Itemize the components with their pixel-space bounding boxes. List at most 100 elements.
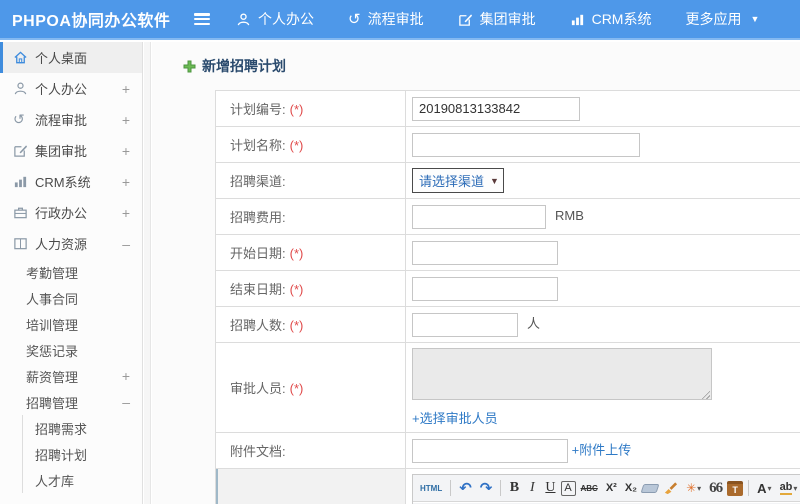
briefcase-icon <box>13 205 35 220</box>
expand-icon[interactable]: + <box>122 143 130 159</box>
sidebar-item-attendance[interactable]: 考勤管理 <box>0 259 142 285</box>
caret-down-icon: ▾ <box>793 483 798 493</box>
sidebar-item-training[interactable]: 培训管理 <box>0 311 142 337</box>
nav-label: 个人办公 <box>258 11 314 27</box>
required-marker: (*) <box>289 102 304 117</box>
rich-text-editor: HTML ↶ ↷ B I U A ABC X² X₂ ✳ ▾ 66 T A ▾ … <box>412 474 800 504</box>
attachment-upload-link[interactable]: +附件上传 <box>572 442 632 457</box>
bar-chart-icon <box>570 12 585 27</box>
format-brush-button[interactable] <box>660 477 681 499</box>
underline-button[interactable]: U <box>542 477 558 499</box>
toolbar-separator <box>450 480 452 496</box>
nav-group-approval[interactable]: 集团审批 <box>458 9 536 29</box>
channel-select[interactable]: 请选择渠道 ▼ <box>412 168 504 193</box>
page-title-text: 新增招聘计划 <box>202 58 286 74</box>
sidebar-item-hr-contract[interactable]: 人事合同 <box>0 285 142 311</box>
auto-format-button[interactable]: ✳ ▾ <box>683 477 704 499</box>
top-nav: 个人办公 ↺ 流程审批 集团审批 CRM系统 更多应用 ▼ <box>236 9 759 29</box>
field-label: 附件文档: <box>230 444 286 459</box>
approver-textarea[interactable] <box>412 348 712 400</box>
menu-toggle-icon[interactable] <box>194 13 210 25</box>
nav-process-approval[interactable]: ↺ 流程审批 <box>348 9 424 29</box>
boxed-a-button[interactable]: A <box>560 480 576 496</box>
fee-input[interactable] <box>412 204 546 229</box>
sidebar-item-label: 奖惩记录 <box>26 343 79 359</box>
nav-crm-system[interactable]: CRM系统 <box>570 9 651 29</box>
eraser-button[interactable] <box>640 483 660 493</box>
start-date-row: 开始日期: (*) <box>215 234 800 271</box>
bold-button[interactable]: B <box>506 477 522 499</box>
form-table: 计划编号:(*) 计划名称:(*) 招聘渠道: 请选择渠道 ▼ 招聘费用: RM… <box>215 90 800 504</box>
field-label: 开始日期: <box>230 246 286 261</box>
expand-icon[interactable]: – <box>122 236 130 252</box>
sidebar-item-label: 集团审批 <box>35 144 88 159</box>
sidebar-item-salary[interactable]: 薪资管理 + <box>0 363 142 389</box>
edit-icon <box>13 143 35 158</box>
blockquote-button[interactable]: 66 <box>706 477 725 499</box>
sidebar-item-label: 招聘计划 <box>35 447 88 463</box>
end-date-input[interactable] <box>412 276 558 301</box>
sidebar-item-label: 行政办公 <box>35 206 88 221</box>
attachment-input[interactable] <box>412 438 568 463</box>
expand-icon[interactable]: + <box>122 174 130 190</box>
edit-icon <box>458 12 473 27</box>
sidebar-divider <box>144 42 151 504</box>
sidebar-item-talent-pool[interactable]: 人才库 <box>23 467 142 493</box>
toolbar-separator <box>748 480 750 496</box>
html-source-button[interactable]: HTML <box>417 477 445 499</box>
sidebar-item-rewards[interactable]: 奖惩记录 <box>0 337 142 363</box>
field-label: 计划编号: <box>230 102 286 117</box>
paste-button[interactable]: T <box>727 480 744 496</box>
nav-label: 集团审批 <box>479 11 536 27</box>
currency-suffix: RMB <box>555 207 584 223</box>
book-icon <box>13 236 35 251</box>
sidebar-item-recruit-plan[interactable]: 招聘计划 <box>23 441 142 467</box>
sidebar-item-recruitment[interactable]: 招聘管理 – <box>0 389 142 415</box>
sidebar-item-label: 薪资管理 <box>26 369 79 385</box>
user-icon <box>13 81 35 96</box>
sidebar-item-label: 人力资源 <box>35 237 88 252</box>
field-label: 招聘费用: <box>230 210 286 225</box>
sidebar-item-personal-office[interactable]: 个人办公 + <box>0 73 142 104</box>
main-content: 新增招聘计划 计划编号:(*) 计划名称:(*) 招聘渠道: 请选择渠道 ▼ 招… <box>152 42 800 504</box>
superscript-button[interactable]: X² <box>603 477 620 499</box>
sidebar-item-recruit-demand[interactable]: 招聘需求 <box>23 415 142 441</box>
headcount-input[interactable] <box>412 312 518 337</box>
expand-icon[interactable]: + <box>122 81 130 97</box>
nav-personal-office[interactable]: 个人办公 <box>236 9 314 29</box>
expand-icon[interactable]: + <box>122 368 130 384</box>
sidebar-item-process-approval[interactable]: ↺ 流程审批 + <box>0 104 142 135</box>
strikethrough-button[interactable]: ABC <box>578 477 601 499</box>
expand-icon[interactable]: + <box>122 112 130 128</box>
subscript-button[interactable]: X₂ <box>622 477 640 499</box>
channel-row: 招聘渠道: 请选择渠道 ▼ <box>215 162 800 199</box>
required-marker: (*) <box>289 282 304 297</box>
highlight-button[interactable]: ab ▾ <box>777 477 800 499</box>
expand-icon[interactable]: + <box>122 205 130 221</box>
font-color-button[interactable]: A ▾ <box>754 477 774 499</box>
plan-number-input[interactable] <box>412 96 580 121</box>
sidebar-item-label: 招聘管理 <box>26 395 79 411</box>
nav-more-apps[interactable]: 更多应用 ▼ <box>685 9 759 29</box>
sidebar-item-crm[interactable]: CRM系统 + <box>0 166 142 197</box>
sidebar-item-label: 培训管理 <box>26 317 79 333</box>
undo-button[interactable]: ↶ <box>456 477 475 499</box>
field-label: 审批人员: <box>230 381 286 396</box>
sidebar: 个人桌面 个人办公 + ↺ 流程审批 + 集团审批 + CRM系统 + 行政办公… <box>0 42 143 504</box>
hr-submenu: 考勤管理 人事合同 培训管理 奖惩记录 薪资管理 + 招聘管理 – 招聘需求 招… <box>0 259 142 493</box>
sidebar-item-hr[interactable]: 人力资源 – <box>0 228 142 259</box>
sidebar-item-desktop[interactable]: 个人桌面 <box>0 42 142 73</box>
plan-name-input[interactable] <box>412 132 640 157</box>
sidebar-item-label: 流程审批 <box>35 113 88 128</box>
headcount-suffix: 人 <box>527 315 541 331</box>
expand-icon[interactable]: – <box>122 394 130 410</box>
sidebar-item-group-approval[interactable]: 集团审批 + <box>0 135 142 166</box>
choose-approver-link[interactable]: +选择审批人员 <box>412 408 800 427</box>
end-date-row: 结束日期: (*) <box>215 270 800 307</box>
start-date-input[interactable] <box>412 240 558 265</box>
sidebar-item-admin-office[interactable]: 行政办公 + <box>0 197 142 228</box>
redo-button[interactable]: ↷ <box>477 477 496 499</box>
italic-button[interactable]: I <box>524 477 540 499</box>
page-title: 新增招聘计划 <box>183 56 800 76</box>
required-marker: (*) <box>289 318 304 333</box>
